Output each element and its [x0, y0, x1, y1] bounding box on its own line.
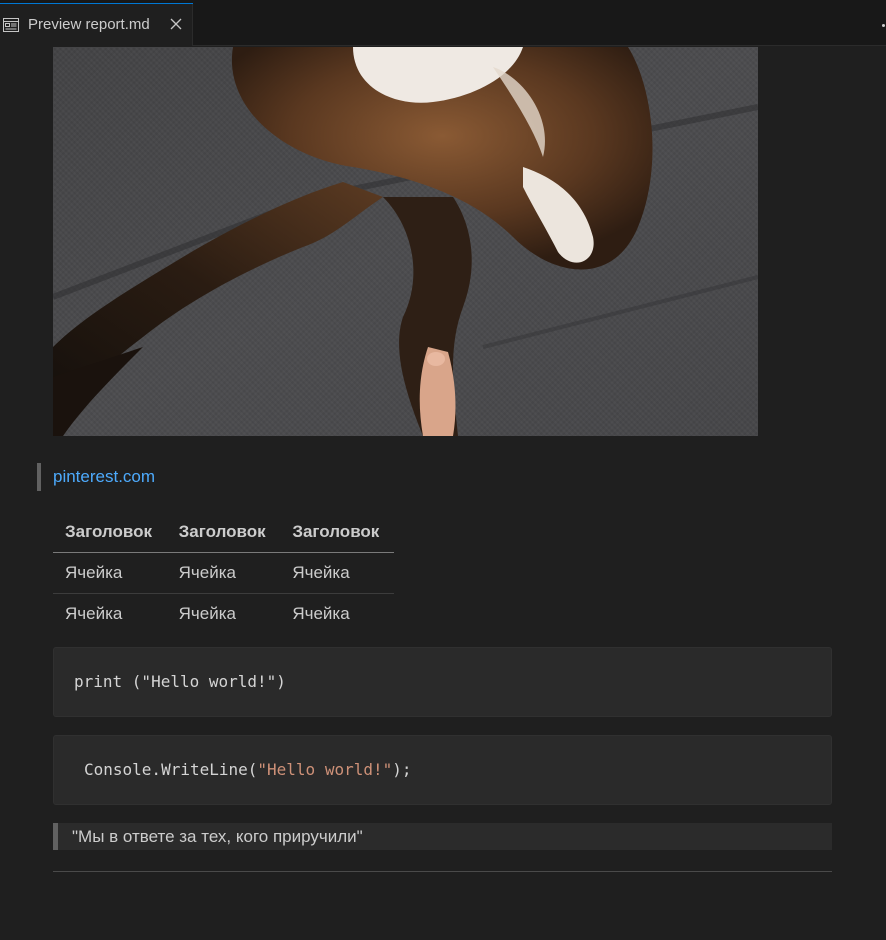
blockquote: "Мы в ответе за тех, кого приручили": [53, 823, 832, 850]
code-line: Console.WriteLine("Hello world!");: [84, 760, 412, 779]
table-row: Ячейка Ячейка Ячейка: [53, 593, 394, 634]
more-actions-icon[interactable]: [882, 24, 885, 27]
table-cell: Ячейка: [166, 552, 281, 594]
blockquote-text: "Мы в ответе за тех, кого приручили": [72, 827, 363, 846]
table-cell: Ячейка: [292, 603, 350, 623]
ferret-photo-drawing: [53, 47, 758, 436]
code-token-suffix: );: [392, 760, 412, 779]
tab-preview-report[interactable]: Preview report.md: [0, 3, 193, 46]
table-cell: Ячейка: [53, 552, 167, 594]
ferret-photo: [53, 47, 758, 436]
tab-label: Preview report.md: [28, 16, 150, 33]
code-block-python: print ("Hello world!"): [53, 647, 832, 717]
code-line: print ("Hello world!"): [74, 672, 286, 691]
source-link[interactable]: pinterest.com: [53, 467, 155, 487]
table-header-cell: Заголовок: [280, 512, 394, 553]
close-icon[interactable]: [169, 17, 183, 31]
table-cell: Ячейка: [178, 603, 237, 623]
code-token-string: "Hello world!": [257, 760, 393, 779]
code-block-csharp: Console.WriteLine("Hello world!");: [53, 735, 832, 805]
code-token-call: Console.WriteLine(: [84, 760, 258, 779]
table-header-row: Заголовок Заголовок Заголовок: [53, 512, 394, 553]
table-header-cell: Заголовок: [166, 512, 281, 553]
table-row: Ячейка Ячейка Ячейка: [53, 552, 394, 594]
tab-active-indicator: [0, 3, 193, 4]
editor-tab-bar: Preview report.md: [0, 0, 886, 46]
markdown-table: Заголовок Заголовок Заголовок Ячейка Яче…: [53, 512, 394, 634]
preview-icon: [3, 18, 19, 32]
source-quote-bar: [37, 463, 41, 491]
table-cell: Ячейка: [65, 603, 123, 623]
horizontal-rule: [53, 871, 832, 872]
table-cell: Ячейка: [280, 552, 394, 594]
table-header-cell: Заголовок: [53, 512, 167, 553]
